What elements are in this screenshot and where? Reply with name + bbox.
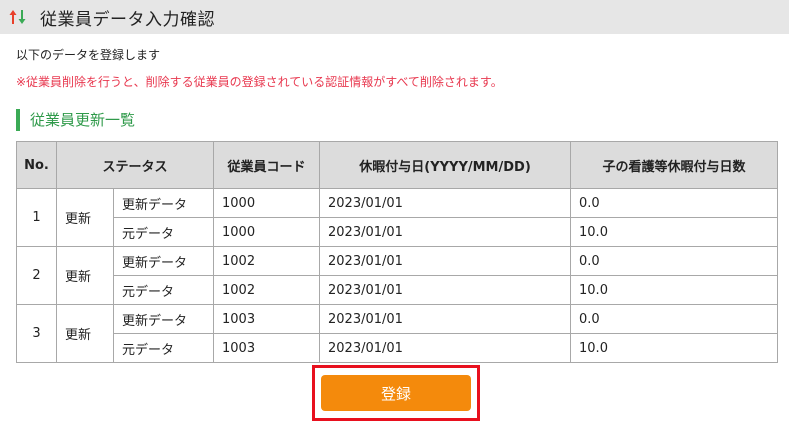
row-status: 更新 — [56, 246, 114, 305]
row-number: 3 — [16, 304, 57, 363]
header-status: ステータス — [55, 141, 215, 189]
row-status: 更新 — [56, 304, 114, 363]
table-row: 3 更新 更新データ 1003 2023/01/01 0.0 — [16, 304, 779, 363]
header-no: No. — [16, 141, 57, 189]
row-child-care-days: 10.0 — [570, 275, 779, 305]
table-row: 元データ 1000 2023/01/01 10.0 — [17, 217, 779, 247]
row-leave-date: 2023/01/01 — [319, 188, 572, 218]
section-heading: 従業員更新一覧 — [16, 109, 135, 131]
row-employee-code: 1002 — [213, 275, 321, 305]
intro-text: 以下のデータを登録します — [16, 48, 161, 62]
row-leave-date: 2023/01/01 — [319, 217, 572, 247]
table-row: 2 更新 更新データ 1002 2023/01/01 0.0 — [16, 246, 779, 305]
row-employee-code: 1003 — [213, 333, 321, 363]
row-number: 1 — [16, 188, 57, 247]
register-button[interactable]: 登録 — [321, 375, 471, 411]
row-data-type: 更新データ — [112, 246, 215, 276]
table-header-row: No. ステータス 従業員コード 休暇付与日(YYYY/MM/DD) 子の看護等… — [16, 141, 779, 189]
row-child-care-days: 0.0 — [570, 304, 779, 334]
row-employee-code: 1000 — [213, 217, 321, 247]
table-row: 元データ 1003 2023/01/01 10.0 — [17, 333, 779, 363]
row-employee-code: 1003 — [213, 304, 321, 334]
row-data-type: 元データ — [112, 275, 215, 305]
row-number: 2 — [16, 246, 57, 305]
row-employee-code: 1000 — [213, 188, 321, 218]
register-button-highlight: 登録 — [312, 365, 480, 421]
row-status: 更新 — [56, 188, 114, 247]
employee-update-table: No. ステータス 従業員コード 休暇付与日(YYYY/MM/DD) 子の看護等… — [16, 141, 779, 363]
header-child-care-days: 子の看護等休暇付与日数 — [570, 141, 779, 189]
row-child-care-days: 0.0 — [570, 246, 779, 276]
warning-text: ※従業員削除を行うと、削除する従業員の登録されている認証情報がすべて削除されます… — [16, 75, 503, 89]
title-bar: 従業員データ入力確認 — [0, 0, 789, 34]
row-leave-date: 2023/01/01 — [319, 304, 572, 334]
row-data-type: 更新データ — [112, 188, 215, 218]
table-row: 1 更新 更新データ 1000 2023/01/01 0.0 — [16, 188, 779, 247]
row-leave-date: 2023/01/01 — [319, 246, 572, 276]
row-employee-code: 1002 — [213, 246, 321, 276]
table-row: 元データ 1002 2023/01/01 10.0 — [17, 275, 779, 305]
row-child-care-days: 10.0 — [570, 333, 779, 363]
row-data-type: 元データ — [112, 333, 215, 363]
header-leave-date: 休暇付与日(YYYY/MM/DD) — [319, 141, 572, 189]
page-title: 従業員データ入力確認 — [40, 9, 215, 30]
row-child-care-days: 0.0 — [570, 188, 779, 218]
header-employee-code: 従業員コード — [213, 141, 321, 189]
row-data-type: 元データ — [112, 217, 215, 247]
row-data-type: 更新データ — [112, 304, 215, 334]
row-leave-date: 2023/01/01 — [319, 333, 572, 363]
row-leave-date: 2023/01/01 — [319, 275, 572, 305]
row-child-care-days: 10.0 — [570, 217, 779, 247]
up-down-arrows-icon — [8, 7, 28, 27]
